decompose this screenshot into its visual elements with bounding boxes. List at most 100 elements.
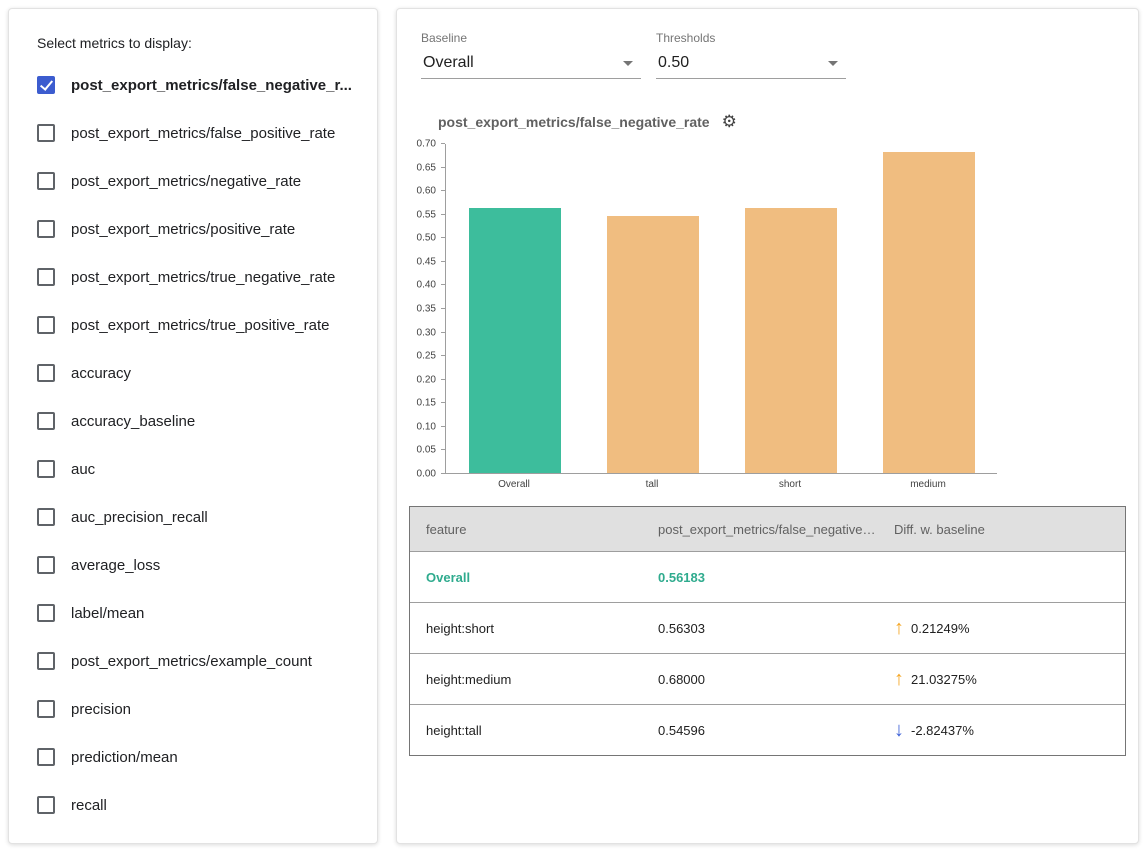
- table-header-diff: Diff. w. baseline: [878, 522, 1125, 537]
- baseline-label: Baseline: [421, 31, 641, 45]
- table-row[interactable]: height:tall0.54596 ↓ -2.82437%: [410, 704, 1125, 755]
- diff-value: 0.21249%: [911, 621, 970, 636]
- thresholds-label: Thresholds: [656, 31, 846, 45]
- metric-item[interactable]: post_export_metrics/true_positive_rate: [37, 301, 353, 349]
- checkbox-icon[interactable]: [37, 700, 55, 718]
- metric-item[interactable]: post_export_metrics/negative_rate: [37, 157, 353, 205]
- x-tick-label: short: [721, 479, 859, 490]
- bar-medium[interactable]: [883, 152, 975, 473]
- metric-label: accuracy: [71, 365, 131, 382]
- metric-item[interactable]: precision: [37, 685, 353, 733]
- checkbox-icon[interactable]: [37, 172, 55, 190]
- feature-cell: height:medium: [410, 672, 642, 687]
- metric-item[interactable]: post_export_metrics/true_negative_rate: [37, 253, 353, 301]
- checkbox-icon[interactable]: [37, 796, 55, 814]
- diff-value: -2.82437%: [911, 723, 974, 738]
- metric-item[interactable]: prediction/mean: [37, 733, 353, 781]
- metric-item[interactable]: recall: [37, 781, 353, 829]
- chart-panel: Baseline Overall Thresholds 0.50 post_ex…: [396, 8, 1139, 844]
- table-header-row: featurepost_export_metrics/false_negativ…: [410, 507, 1125, 551]
- table-row[interactable]: Overall0.56183: [410, 551, 1125, 602]
- chart-header: post_export_metrics/false_negative_rate …: [438, 113, 1138, 130]
- metric-label: post_export_metrics/false_positive_rate: [71, 125, 335, 142]
- metric-label: post_export_metrics/true_negative_rate: [71, 269, 335, 286]
- thresholds-control: Thresholds 0.50: [656, 31, 846, 79]
- y-tick-label: 0.25: [417, 351, 436, 362]
- baseline-select[interactable]: Overall: [421, 49, 641, 79]
- metric-label: post_export_metrics/true_positive_rate: [71, 317, 329, 334]
- bar-Overall[interactable]: [469, 208, 561, 473]
- checkbox-icon[interactable]: [37, 460, 55, 478]
- table-header-feature: feature: [410, 522, 642, 537]
- feature-cell: height:tall: [410, 723, 642, 738]
- table-row[interactable]: height:medium0.68000↑21.03275%: [410, 653, 1125, 704]
- y-tick-label: 0.30: [417, 327, 436, 338]
- diff-cell: ↑ 0.21249%: [878, 618, 1125, 638]
- x-tick-label: medium: [859, 479, 997, 490]
- metric-label: auc: [71, 461, 95, 478]
- metric-label: post_export_metrics/example_count: [71, 653, 312, 670]
- checkbox-icon[interactable]: [37, 124, 55, 142]
- checkbox-checked-icon[interactable]: [37, 76, 55, 94]
- thresholds-select[interactable]: 0.50: [656, 49, 846, 79]
- table-body: Overall0.56183height:short0.56303↑0.2124…: [410, 551, 1125, 755]
- metric-label: recall: [71, 797, 107, 814]
- y-tick-label: 0.55: [417, 209, 436, 220]
- checkbox-icon[interactable]: [37, 220, 55, 238]
- baseline-control: Baseline Overall: [421, 31, 641, 79]
- bar-short[interactable]: [745, 208, 837, 473]
- metric-select-title: Select metrics to display:: [37, 35, 353, 51]
- metric-item[interactable]: post_export_metrics/positive_rate: [37, 205, 353, 253]
- value-cell: 0.56303: [642, 621, 878, 636]
- value-cell: 0.54596: [642, 723, 878, 738]
- value-cell: 0.68000: [642, 672, 878, 687]
- y-tick-label: 0.50: [417, 233, 436, 244]
- checkbox-icon[interactable]: [37, 316, 55, 334]
- chevron-down-icon: [623, 61, 633, 66]
- y-tick-label: 0.20: [417, 374, 436, 385]
- metric-item[interactable]: auc_precision_recall: [37, 493, 353, 541]
- metric-label: post_export_metrics/negative_rate: [71, 173, 301, 190]
- metric-item[interactable]: label/mean: [37, 589, 353, 637]
- y-tick-label: 0.15: [417, 398, 436, 409]
- metric-item[interactable]: accuracy: [37, 349, 353, 397]
- chart-title: post_export_metrics/false_negative_rate: [438, 114, 710, 130]
- bar-tall[interactable]: [607, 216, 699, 473]
- y-tick-label: 0.00: [417, 469, 436, 480]
- x-tick-label: tall: [583, 479, 721, 490]
- checkbox-icon[interactable]: [37, 412, 55, 430]
- settings-icon[interactable]: ⚙: [722, 113, 737, 130]
- y-axis: 0.000.050.100.150.200.250.300.350.400.45…: [401, 144, 445, 474]
- metric-item[interactable]: post_export_metrics/false_positive_rate: [37, 109, 353, 157]
- metric-list: post_export_metrics/false_negative_r...p…: [37, 61, 353, 829]
- diff-cell: ↓ -2.82437%: [878, 720, 1125, 740]
- checkbox-icon[interactable]: [37, 556, 55, 574]
- controls-bar: Baseline Overall Thresholds 0.50: [397, 9, 1138, 79]
- x-axis: Overalltallshortmedium: [445, 474, 997, 490]
- table-row[interactable]: height:short0.56303↑0.21249%: [410, 602, 1125, 653]
- metric-label: auc_precision_recall: [71, 509, 208, 526]
- metric-item[interactable]: auc: [37, 445, 353, 493]
- checkbox-icon[interactable]: [37, 268, 55, 286]
- checkbox-icon[interactable]: [37, 508, 55, 526]
- metric-item[interactable]: post_export_metrics/false_negative_r...: [37, 61, 353, 109]
- page: Select metrics to display: post_export_m…: [0, 0, 1147, 856]
- checkbox-icon[interactable]: [37, 604, 55, 622]
- value-cell: 0.56183: [642, 570, 878, 585]
- metric-item[interactable]: accuracy_baseline: [37, 397, 353, 445]
- feature-cell: Overall: [410, 570, 642, 585]
- thresholds-selected-value: 0.50: [658, 54, 689, 72]
- checkbox-icon[interactable]: [37, 748, 55, 766]
- metric-item[interactable]: average_loss: [37, 541, 353, 589]
- arrow-down-icon: ↓: [894, 720, 904, 740]
- y-tick-label: 0.10: [417, 421, 436, 432]
- metric-item[interactable]: post_export_metrics/example_count: [37, 637, 353, 685]
- x-tick-label: Overall: [445, 479, 583, 490]
- arrow-up-icon: ↑: [894, 618, 904, 638]
- y-tick-label: 0.65: [417, 162, 436, 173]
- arrow-up-icon: ↑: [894, 669, 904, 689]
- metric-label: accuracy_baseline: [71, 413, 195, 430]
- metric-label: precision: [71, 701, 131, 718]
- checkbox-icon[interactable]: [37, 364, 55, 382]
- checkbox-icon[interactable]: [37, 652, 55, 670]
